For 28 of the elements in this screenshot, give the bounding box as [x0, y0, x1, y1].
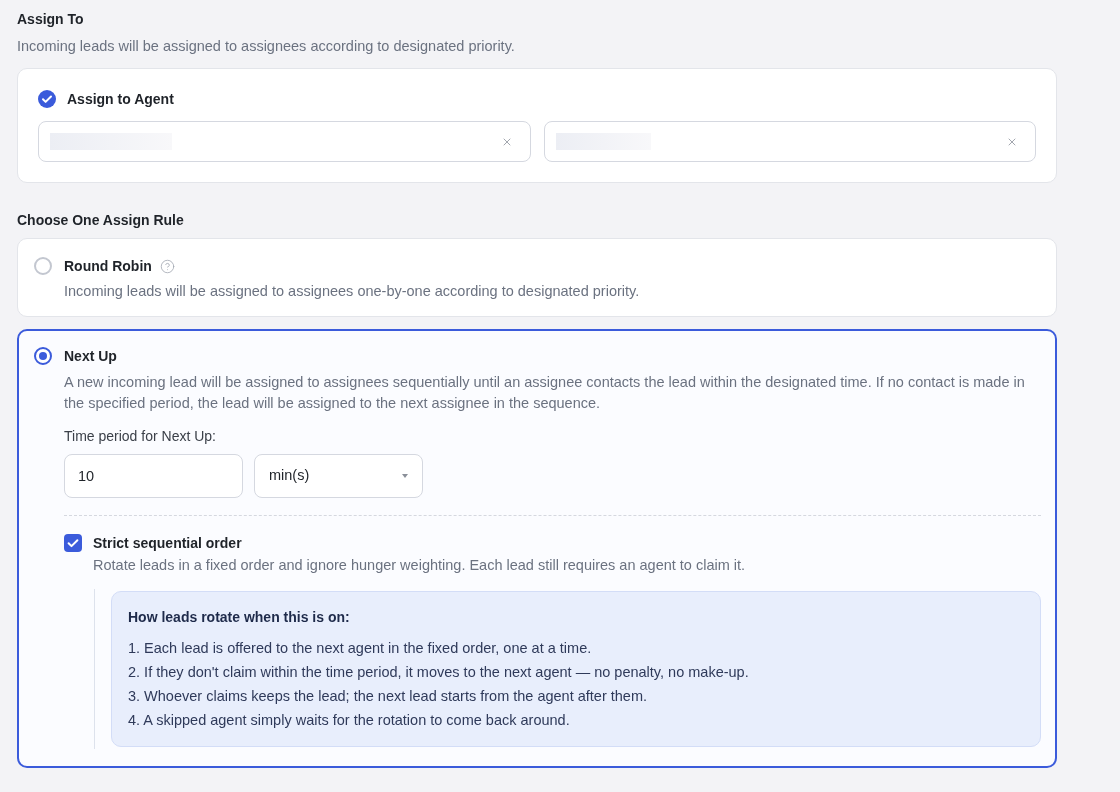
caret-icon [402, 474, 408, 478]
rule-card[interactable]: Round Robin Incoming leads will be assigned to assignees one-by-one according to designated priority. [17, 238, 1057, 317]
rule-title: Round Robin [64, 257, 152, 275]
field-label: Time period for Next Up: [64, 427, 216, 445]
rule-description: Incoming leads will be assigned to assignees one-by-one according to designated priority. [64, 282, 640, 301]
option-label: Strict sequential order [93, 534, 242, 552]
checked-circle-icon[interactable] [38, 90, 56, 108]
section-description: Incoming leads will be assigned to assignees according to designated priority. [17, 37, 515, 56]
info-step: 4. A skipped agent simply waits for the rotation to come back around. [128, 708, 570, 732]
rule-description: A new incoming lead will be assigned to assignees sequentially until an assignee contacts the lead within the designated time. If no contact is made in the specified period, the lead will be assigned to the next assignee in the sequence. [64, 373, 1026, 413]
time-input[interactable]: 10 [64, 454, 243, 498]
section-title: Assign To [17, 10, 84, 29]
selected-rule-card[interactable] [17, 329, 1057, 768]
agent-select-field[interactable] [543, 121, 1036, 162]
help-icon[interactable] [159, 258, 175, 274]
radio-button[interactable] [34, 257, 52, 275]
agent-option-label: Assign to Agent [67, 90, 174, 108]
info-title: How leads rotate when this is on: [128, 608, 350, 626]
unit-select[interactable]: min(s) [254, 454, 423, 498]
option-description: Rotate leads in a fixed order and ignore hunger weighting. Each lead still requires an agent to claim it. [93, 556, 746, 575]
rule-title: Next Up [64, 347, 117, 365]
info-step: 3. Whoever claims keeps the lead; the next lead starts from the agent after them. [128, 684, 648, 708]
checkbox[interactable] [64, 534, 82, 552]
info-step: 2. If they don't claim within the time period, it moves to the next agent — no penalty, no make-up. [128, 660, 749, 684]
radio-button[interactable] [34, 347, 52, 365]
section-title: Choose One Assign Rule [17, 211, 184, 230]
agent-select-field[interactable] [38, 121, 531, 162]
info-step: 1. Each lead is offered to the next agent in the fixed order, one at a time. [128, 636, 592, 660]
